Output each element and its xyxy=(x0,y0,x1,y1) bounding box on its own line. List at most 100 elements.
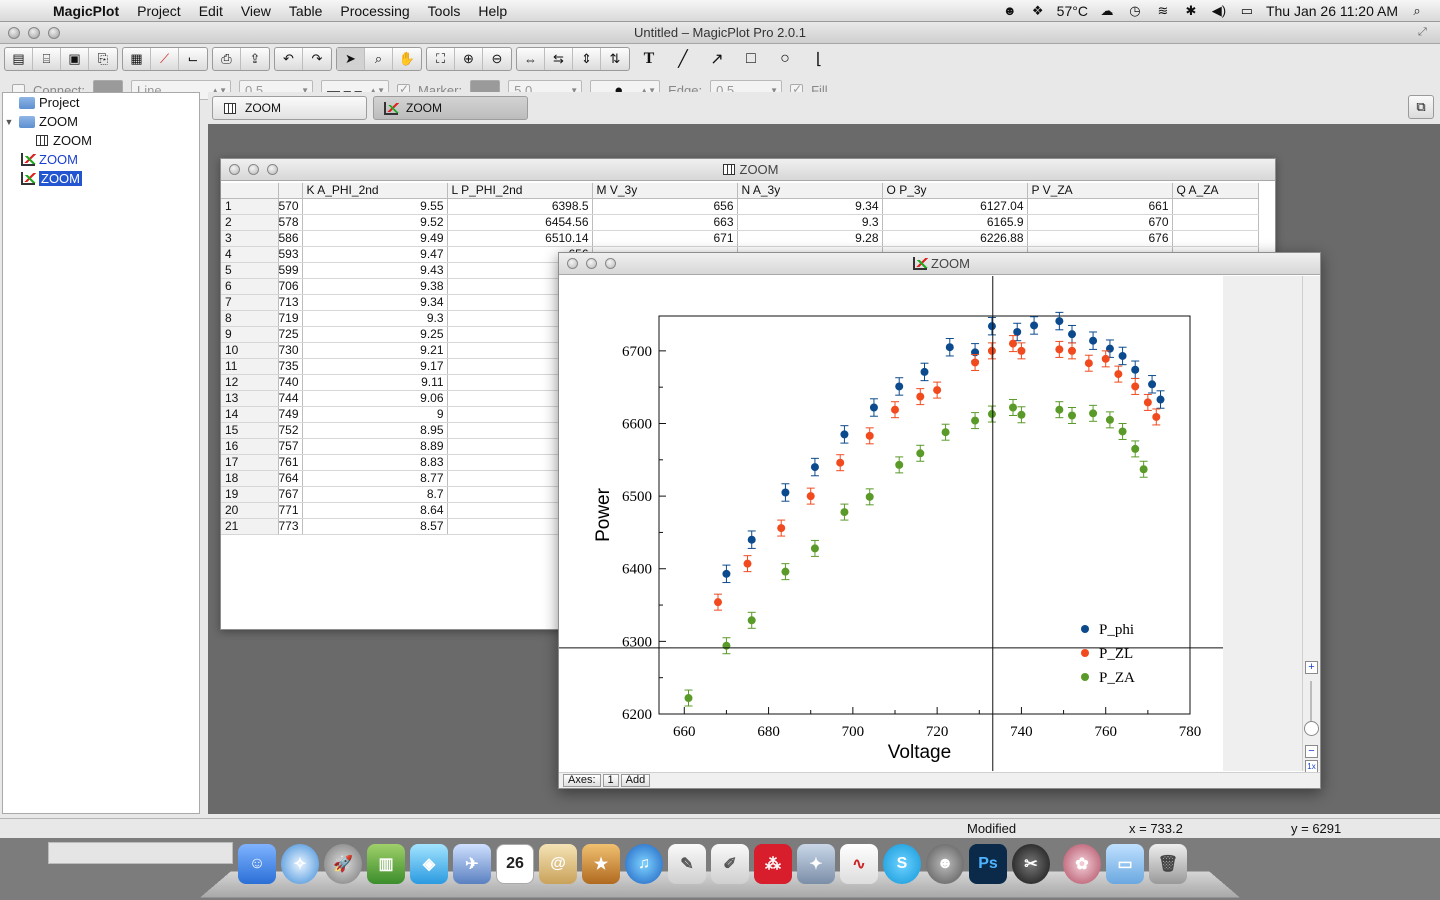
line-tool-icon[interactable]: ╱ xyxy=(668,48,698,70)
launchpad-icon[interactable]: 🚀 xyxy=(324,844,362,884)
zoom-in-icon[interactable]: ⊕ xyxy=(455,48,483,70)
time-machine-icon[interactable]: ◷ xyxy=(1126,3,1144,19)
data-point-p-zl[interactable] xyxy=(891,405,899,414)
data-point-p-phi[interactable] xyxy=(895,382,904,391)
table-cell[interactable]: 6454.56 xyxy=(447,214,593,231)
table-cell[interactable]: 9.3 xyxy=(737,214,883,231)
table-row[interactable]: 3 586 9.49 6510.14 671 9.28 6226.88 676 xyxy=(221,230,1259,247)
table-cell[interactable]: 656 xyxy=(592,198,738,215)
new-table-icon[interactable]: ▦ xyxy=(123,48,151,70)
dropbox-icon[interactable]: ❖ xyxy=(1029,3,1047,19)
table-cell[interactable]: 740 xyxy=(278,374,303,391)
save-project-icon[interactable]: ▣ xyxy=(61,48,89,70)
tab-zoom-table[interactable]: ZOOM xyxy=(212,96,367,120)
spotlight-search-icon[interactable]: ⌕ xyxy=(1408,3,1426,19)
volume-icon[interactable]: ◀) xyxy=(1210,3,1228,19)
table-cell[interactable]: 773 xyxy=(278,518,303,535)
table-cell[interactable]: 9 xyxy=(302,406,448,423)
column-header[interactable]: O P_3y xyxy=(882,183,1028,199)
xquartz-icon[interactable]: ✦ xyxy=(797,844,835,884)
table-cell[interactable]: 9.17 xyxy=(302,358,448,375)
table-cell[interactable]: 6226.88 xyxy=(882,230,1028,247)
data-point-p-za[interactable] xyxy=(1017,410,1026,419)
table-cell[interactable] xyxy=(1172,214,1259,231)
table-cell[interactable]: 671 xyxy=(592,230,738,247)
table-cell[interactable]: 663 xyxy=(592,214,738,231)
tree-item-project[interactable]: Project xyxy=(3,93,199,112)
graph-close-button[interactable] xyxy=(567,258,578,269)
data-point-p-zl[interactable] xyxy=(1009,339,1017,348)
table-cell[interactable]: 706 xyxy=(278,278,303,295)
table-cell[interactable]: 9.52 xyxy=(302,214,448,231)
window-mode-button[interactable]: ⧉ xyxy=(1408,95,1434,119)
data-point-p-phi[interactable] xyxy=(781,488,790,497)
menu-edit[interactable]: Edit xyxy=(190,0,232,22)
table-cell[interactable]: 8.57 xyxy=(302,518,448,535)
menu-project[interactable]: Project xyxy=(128,0,190,22)
table-cell[interactable]: 757 xyxy=(278,438,303,455)
data-point-p-zl[interactable] xyxy=(1017,346,1026,355)
magicplot-icon[interactable]: ∿ xyxy=(840,844,878,884)
data-point-p-za[interactable] xyxy=(971,416,980,425)
table-minimize-button[interactable] xyxy=(248,164,259,175)
undo-icon[interactable]: ↶ xyxy=(275,48,303,70)
data-point-p-zl[interactable] xyxy=(714,598,722,607)
zoom-slider-track[interactable] xyxy=(1310,681,1312,721)
zoom-plus-button[interactable]: + xyxy=(1305,661,1318,674)
creature-status-icon[interactable]: ☻ xyxy=(1001,3,1019,19)
window-titlebar[interactable]: Untitled – MagicPlot Pro 2.0.1 ⤢ xyxy=(0,22,1440,44)
data-point-p-phi[interactable] xyxy=(1156,395,1165,404)
data-point-p-phi[interactable] xyxy=(840,430,849,439)
data-point-p-za[interactable] xyxy=(1131,444,1140,453)
add-axes-button[interactable]: Add xyxy=(620,774,651,787)
maps-book-icon[interactable]: ▥ xyxy=(367,844,405,884)
column-header[interactable]: K A_PHI_2nd xyxy=(302,183,448,199)
table-cell[interactable]: 570 xyxy=(278,198,303,215)
menu-table[interactable]: Table xyxy=(280,0,331,22)
table-cell[interactable] xyxy=(1172,230,1259,247)
table-cell[interactable]: 725 xyxy=(278,326,303,343)
table-cell[interactable]: 8.83 xyxy=(302,454,448,471)
data-point-p-phi[interactable] xyxy=(920,367,929,376)
tab-zoom-graph[interactable]: ZOOM xyxy=(373,96,528,120)
minimize-window-button[interactable] xyxy=(28,26,40,39)
data-point-p-phi[interactable] xyxy=(1118,351,1127,360)
print-icon[interactable]: ⎙ xyxy=(213,48,241,70)
table-cell[interactable]: 9.21 xyxy=(302,342,448,359)
data-point-p-zl[interactable] xyxy=(806,492,815,501)
temperature-readout[interactable]: 57°C xyxy=(1057,3,1088,19)
table-cell[interactable]: 730 xyxy=(278,342,303,359)
expand-x-icon[interactable]: ⇔ xyxy=(517,48,545,70)
table-cell[interactable]: 9.25 xyxy=(302,326,448,343)
graph-minimize-button[interactable] xyxy=(586,258,597,269)
table-row[interactable]: 2 578 9.52 6454.56 663 9.3 6165.9 670 xyxy=(221,214,1259,231)
text-tool-icon[interactable]: T xyxy=(634,48,664,70)
plot-canvas[interactable]: 660 680 700 720 740 760 7806200630064006500660… xyxy=(559,276,1303,771)
data-point-p-zl[interactable] xyxy=(1084,359,1093,368)
table-cell[interactable]: 767 xyxy=(278,486,303,503)
zoom-minus-button[interactable]: − xyxy=(1305,745,1318,758)
new-project-icon[interactable]: ▤ xyxy=(5,48,33,70)
row-number[interactable]: 16 xyxy=(221,438,279,455)
table-cell[interactable]: 599 xyxy=(278,262,303,279)
battery-icon[interactable]: ▭ xyxy=(1238,3,1256,19)
tree-item-zoom-graph[interactable]: ZOOM xyxy=(3,150,199,169)
data-point-p-phi[interactable] xyxy=(869,403,878,412)
row-number[interactable]: 11 xyxy=(221,358,279,375)
table-cell[interactable]: 9.47 xyxy=(302,246,448,263)
table-cell[interactable]: 661 xyxy=(1027,198,1173,215)
table-cell[interactable]: 9.34 xyxy=(302,294,448,311)
zoom-tool-icon[interactable]: ⌕ xyxy=(365,48,393,70)
virtualbox-icon[interactable]: ◈ xyxy=(410,844,448,884)
row-number[interactable]: 1 xyxy=(221,198,279,215)
row-number[interactable]: 13 xyxy=(221,390,279,407)
row-number[interactable]: 10 xyxy=(221,342,279,359)
table-cell[interactable]: 6398.5 xyxy=(447,198,593,215)
tree-item-zoom-graph-selected[interactable]: ZOOM xyxy=(3,169,199,188)
row-number[interactable]: 9 xyxy=(221,326,279,343)
data-point-p-zl[interactable] xyxy=(987,346,996,355)
table-cell[interactable]: 752 xyxy=(278,422,303,439)
data-point-p-za[interactable] xyxy=(916,449,925,458)
row-number[interactable]: 14 xyxy=(221,406,279,423)
data-point-p-za[interactable] xyxy=(810,544,819,553)
